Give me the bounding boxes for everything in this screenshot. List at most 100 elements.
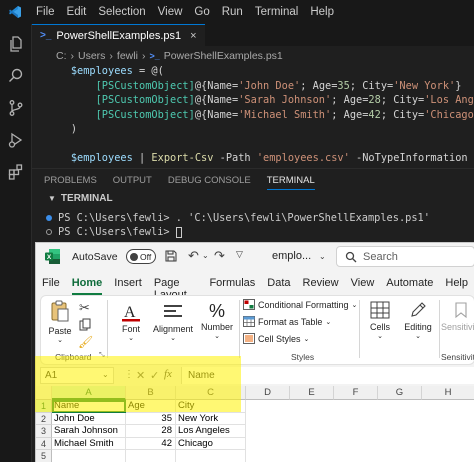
cell-c5[interactable] bbox=[176, 450, 246, 462]
search-icon[interactable] bbox=[0, 60, 32, 92]
close-icon[interactable]: × bbox=[190, 30, 196, 42]
redo-icon[interactable]: ↷ bbox=[214, 248, 225, 264]
panel-tab-debug-console[interactable]: DEBUG CONSOLE bbox=[168, 173, 251, 190]
search-box[interactable]: Search bbox=[336, 246, 474, 267]
cell-a2[interactable]: John Doe bbox=[52, 412, 126, 425]
cells-button[interactable]: Cells ⌄ bbox=[363, 300, 397, 340]
quick-access-chevron-icon[interactable]: ▽ bbox=[236, 249, 243, 260]
menu-help[interactable]: Help bbox=[304, 0, 340, 24]
menu-selection[interactable]: Selection bbox=[92, 0, 151, 24]
menu-file[interactable]: File bbox=[30, 0, 61, 24]
worksheet-grid[interactable]: A B C D E F G H 1 2 3 4 5 Name Age City … bbox=[36, 386, 474, 462]
more-options-icon[interactable]: ⋮ bbox=[124, 369, 134, 380]
ribbon-tab-help[interactable]: Help bbox=[445, 273, 468, 293]
code-editor[interactable]: $employees = @( [PSCustomObject]@{Name='… bbox=[32, 64, 474, 166]
cell-b3[interactable]: 28 bbox=[126, 425, 176, 438]
autosave-toggle[interactable]: Off bbox=[126, 249, 156, 264]
formula-input[interactable]: Name bbox=[181, 367, 474, 384]
menu-go[interactable]: Go bbox=[188, 0, 215, 24]
ribbon-tab-automate[interactable]: Automate bbox=[386, 273, 433, 293]
ribbon: Paste ⌄ ✂ 🖌 Clipboard ⤡ A Font ⌄ Alignme… bbox=[40, 295, 474, 365]
workbook-name[interactable]: emplo... bbox=[272, 250, 311, 262]
dialog-launcher-icon[interactable]: ⤡ bbox=[99, 352, 105, 360]
ribbon-tab-file[interactable]: File bbox=[42, 273, 60, 293]
cell-c1[interactable]: City bbox=[176, 400, 246, 413]
panel-tab-problems[interactable]: PROBLEMS bbox=[44, 173, 97, 190]
column-header-a[interactable]: A bbox=[52, 386, 126, 400]
ribbon-tab-data[interactable]: Data bbox=[267, 273, 290, 293]
ribbon-tab-home[interactable]: Home bbox=[71, 273, 103, 295]
cell-a3[interactable]: Sarah Johnson bbox=[52, 425, 126, 438]
menu-view[interactable]: View bbox=[152, 0, 189, 24]
copy-icon[interactable] bbox=[79, 318, 91, 336]
breadcrumb-item[interactable]: C: bbox=[56, 50, 67, 62]
insert-function-icon[interactable]: fx bbox=[164, 368, 172, 380]
cancel-icon[interactable]: ✕ bbox=[136, 369, 145, 382]
alignment-button[interactable]: Alignment ⌄ bbox=[151, 302, 195, 342]
save-icon[interactable] bbox=[164, 249, 178, 268]
chevron-down-icon[interactable]: ⌄ bbox=[202, 251, 209, 260]
source-control-icon[interactable] bbox=[0, 92, 32, 124]
chevron-down-icon[interactable]: ⌄ bbox=[102, 370, 109, 379]
cell-c3[interactable]: Los Angeles bbox=[176, 425, 246, 438]
terminal[interactable]: PS C:\Users\fewli> . 'C:\Users\fewli\Pow… bbox=[46, 211, 430, 239]
ribbon-tab-formulas[interactable]: Formulas bbox=[209, 273, 255, 293]
row-header[interactable]: 5 bbox=[36, 450, 52, 462]
panel-tab-terminal[interactable]: TERMINAL bbox=[266, 173, 315, 190]
run-debug-icon[interactable] bbox=[0, 124, 32, 156]
number-button[interactable]: % Number ⌄ bbox=[199, 300, 235, 340]
editing-button[interactable]: Editing ⌄ bbox=[399, 300, 437, 340]
column-header-h[interactable]: H bbox=[422, 386, 474, 400]
cell-b2[interactable]: 35 bbox=[126, 412, 176, 425]
code-token: 'employees.csv' bbox=[256, 152, 350, 164]
column-header-e[interactable]: E bbox=[290, 386, 334, 400]
cell-b5[interactable] bbox=[126, 450, 176, 462]
editor-tab[interactable]: >_ PowerShellExamples.ps1 × bbox=[32, 24, 205, 46]
ribbon-tab-view[interactable]: View bbox=[351, 273, 375, 293]
terminal-section-header[interactable]: ▼ TERMINAL bbox=[48, 193, 113, 204]
enter-icon[interactable]: ✓ bbox=[150, 369, 159, 382]
breadcrumb-item[interactable]: fewli bbox=[117, 50, 138, 62]
column-header-g[interactable]: G bbox=[378, 386, 422, 400]
breadcrumb-item[interactable]: Users bbox=[78, 50, 105, 62]
select-all-corner[interactable] bbox=[36, 386, 52, 400]
cell-b1[interactable]: Age bbox=[126, 400, 176, 413]
row-header[interactable]: 2 bbox=[36, 412, 52, 425]
menu-run[interactable]: Run bbox=[216, 0, 249, 24]
cell-styles-button[interactable]: Cell Styles ⌄ bbox=[243, 333, 309, 344]
excel-logo-icon: X bbox=[45, 249, 60, 264]
menu-edit[interactable]: Edit bbox=[61, 0, 93, 24]
ribbon-tab-insert[interactable]: Insert bbox=[114, 273, 142, 293]
menu-terminal[interactable]: Terminal bbox=[249, 0, 304, 24]
column-header-f[interactable]: F bbox=[334, 386, 378, 400]
row-header[interactable]: 1 bbox=[36, 400, 52, 413]
sensitivity-button[interactable]: Sensitivity bbox=[441, 300, 474, 332]
breadcrumb-item[interactable]: PowerShellExamples.ps1 bbox=[164, 50, 283, 62]
row-header[interactable]: 4 bbox=[36, 437, 52, 450]
ribbon-tab-review[interactable]: Review bbox=[303, 273, 339, 293]
cut-icon[interactable]: ✂ bbox=[79, 300, 90, 316]
chevron-right-icon: › bbox=[109, 50, 113, 62]
row-header[interactable]: 3 bbox=[36, 425, 52, 438]
extensions-icon[interactable] bbox=[0, 156, 32, 188]
cell-b4[interactable]: 42 bbox=[126, 437, 176, 450]
cell-a4[interactable]: Michael Smith bbox=[52, 437, 126, 450]
explorer-icon[interactable] bbox=[0, 28, 32, 60]
conditional-formatting-button[interactable]: Conditional Formatting ⌄ bbox=[243, 299, 357, 310]
cell-c2[interactable]: New York bbox=[176, 412, 246, 425]
ribbon-separator bbox=[439, 300, 440, 358]
excel-titlebar: X AutoSave Off ↶ ⌄ ↷ ▽ emplo... ⌄ Search bbox=[36, 243, 474, 271]
cell-a1[interactable]: Name bbox=[52, 400, 126, 413]
cell-c4[interactable]: Chicago bbox=[176, 437, 246, 450]
undo-icon[interactable]: ↶ bbox=[188, 248, 199, 264]
paste-button[interactable]: Paste ⌄ bbox=[47, 300, 73, 344]
column-header-d[interactable]: D bbox=[246, 386, 290, 400]
panel-tab-output[interactable]: OUTPUT bbox=[113, 173, 152, 190]
format-as-table-button[interactable]: Format as Table ⌄ bbox=[243, 316, 331, 327]
column-header-b[interactable]: B bbox=[126, 386, 176, 400]
format-painter-icon[interactable]: 🖌 bbox=[78, 335, 93, 349]
column-header-c[interactable]: C bbox=[176, 386, 246, 400]
chevron-down-icon[interactable]: ⌄ bbox=[319, 252, 326, 261]
font-button[interactable]: A Font ⌄ bbox=[113, 302, 149, 342]
cell-a5[interactable] bbox=[52, 450, 126, 462]
